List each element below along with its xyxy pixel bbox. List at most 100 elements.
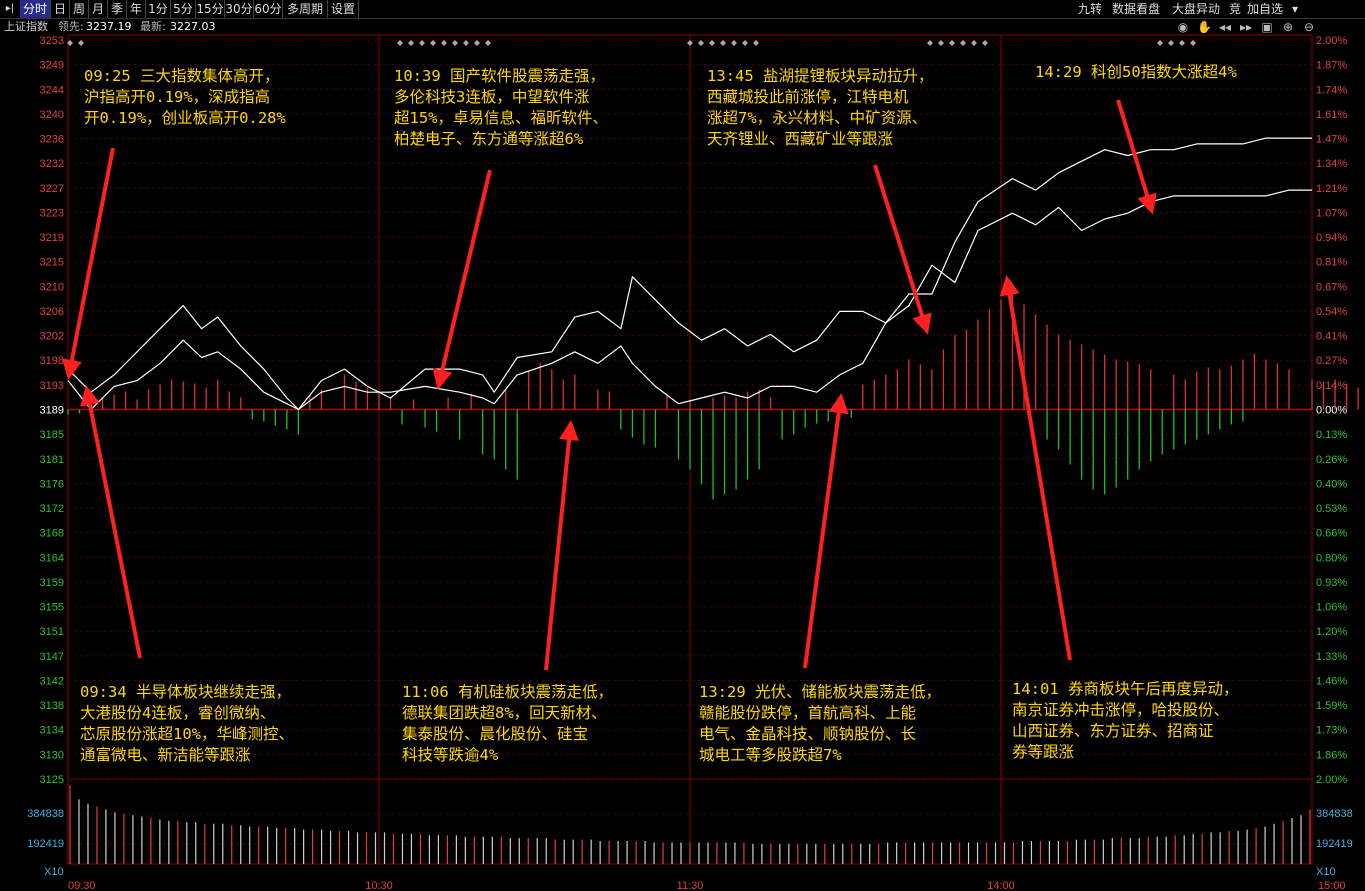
y-right-tick: 0.13% — [1316, 429, 1347, 441]
tab-period-6[interactable]: 1分 — [146, 0, 171, 18]
news-annotation: 09:25 三大指数集体高开， 沪指高开0.19%，深成指高 开0.19%，创业板高… — [84, 66, 286, 129]
event-marker — [687, 40, 693, 46]
tab-period-3[interactable]: 月 — [89, 0, 108, 18]
y-right-tick: 1.21% — [1316, 183, 1347, 195]
tab-period-1[interactable]: 日 — [51, 0, 70, 18]
y-right-tick: 1.47% — [1316, 134, 1347, 146]
annotation-line: 天齐锂业、西藏矿业等跟涨 — [707, 130, 894, 148]
event-marker — [742, 40, 748, 46]
annotation-line: 通富微电、新洁能等跟涨 — [80, 746, 251, 764]
y-right-tick: 0.00% — [1316, 405, 1347, 417]
event-marker — [463, 40, 469, 46]
eye-icon[interactable]: ◉ — [1176, 20, 1190, 34]
event-marker — [753, 40, 759, 46]
news-annotation: 14:01 券商板块午后再度异动， 南京证券冲击涨停，哈投股份、 山西证券、东方证券… — [1012, 679, 1239, 763]
annotation-line: 14:01 券商板块午后再度异动， — [1012, 680, 1239, 698]
hand-icon[interactable]: ✋ — [1197, 20, 1212, 34]
right-tab-0[interactable]: 九转 — [1075, 0, 1105, 18]
y-right-tick: 0.81% — [1316, 257, 1347, 269]
event-marker — [709, 40, 715, 46]
y-right-tick: 1.73% — [1316, 725, 1347, 737]
event-marker — [971, 40, 977, 46]
y-right-tick: 0.27% — [1316, 355, 1347, 367]
annotation-line: 涨超7%，永兴材料、中矿资源、 — [707, 109, 928, 127]
volume-tick-right: 384838 — [1316, 808, 1353, 820]
volume-unit-left: X10 — [44, 866, 64, 878]
fast-forward-icon[interactable]: ▸▸ — [1239, 20, 1253, 34]
annotation-arrow — [432, 169, 492, 390]
period-toolbar: ▸| 分时日周月季年 1分 5分 15分 30分 60分 多周期 设置 九转 数据看盘 大盘异动竞加自… — [0, 0, 1365, 19]
y-left-tick: 3198 — [40, 355, 64, 367]
y-left-tick: 3181 — [40, 454, 64, 466]
annotation-line: 科技等跌逾4% — [402, 746, 499, 764]
y-left-tick: 3227 — [40, 183, 64, 195]
y-left-tick: 3130 — [40, 749, 64, 761]
y-left-tick: 3189 — [40, 405, 64, 417]
dropdown-icon[interactable]: ▾ — [1288, 0, 1302, 18]
y-left-tick: 3219 — [40, 232, 64, 244]
y-right-tick: 0.41% — [1316, 331, 1347, 343]
y-left-tick: 3249 — [40, 60, 64, 72]
volume-tick-right: 192419 — [1316, 838, 1353, 850]
annotation-line: 电气、金晶科技、顺钠股份、长 — [699, 725, 917, 743]
tab-period-11[interactable]: 多周期 — [283, 0, 328, 18]
y-right-tick: 2.00% — [1316, 774, 1347, 786]
tab-period-10[interactable]: 60分 — [254, 0, 283, 18]
tab-period-5[interactable]: 年 — [127, 0, 146, 18]
y-left-tick: 3215 — [40, 257, 64, 269]
right-tab-2[interactable]: 大盘异动 — [1167, 0, 1225, 18]
event-marker — [698, 40, 704, 46]
tab-period-4[interactable]: 季 — [108, 0, 127, 18]
news-annotation: 10:39 国产软件股震荡走强， 多伦科技3连板，中望软件涨 超15%，卓易信息、福… — [394, 66, 608, 150]
annotation-line: 11:06 有机硅板块震荡走低， — [402, 683, 613, 701]
event-marker — [1157, 40, 1163, 46]
annotation-line: 南京证券冲击涨停，哈投股份、 — [1012, 701, 1230, 719]
x-time-label: 14:00 — [987, 880, 1015, 891]
news-annotation: 11:06 有机硅板块震荡走低， 德联集团跌超8%，回天新材、 集泰股份、晨化股份、… — [402, 682, 613, 766]
right-tab-4[interactable]: 加自选 — [1245, 0, 1285, 18]
latest-label: 最新: — [140, 20, 166, 33]
event-marker — [485, 40, 491, 46]
y-left-tick: 3253 — [40, 35, 64, 47]
collapse-arrow-icon[interactable]: ▸| — [0, 0, 21, 18]
news-annotation: 13:45 盐湖提锂板块异动拉升， 西藏城投此前涨停，江特电机 涨超7%，永兴材料、… — [707, 66, 934, 150]
event-marker — [452, 40, 458, 46]
volume-unit-right: X10 — [1316, 866, 1336, 878]
tab-period-12[interactable]: 设置 — [328, 0, 359, 18]
y-left-tick: 3206 — [40, 306, 64, 318]
y-left-tick: 3164 — [40, 552, 64, 564]
event-marker — [938, 40, 944, 46]
rewind-icon[interactable]: ◂◂ — [1218, 20, 1232, 34]
y-right-tick: 1.34% — [1316, 158, 1347, 170]
annotation-line: 13:45 盐湖提锂板块异动拉升， — [707, 67, 934, 85]
annotation-line: 超15%，卓易信息、福昕软件、 — [394, 109, 608, 127]
y-left-tick: 3176 — [40, 478, 64, 490]
right-tab-1[interactable]: 数据看盘 — [1108, 0, 1164, 18]
zoom-out-icon[interactable]: ⊖ — [1302, 20, 1316, 34]
info-bar: 上证指数 领先: 3237.19 最新: 3227.03 — [0, 19, 1365, 35]
annotation-arrow — [1116, 99, 1157, 215]
y-left-tick: 3125 — [40, 774, 64, 786]
tab-period-8[interactable]: 15分 — [196, 0, 225, 18]
annotation-line: 14:29 科创50指数大涨超4% — [1035, 63, 1237, 81]
lock-icon[interactable]: ▣ — [1260, 20, 1274, 34]
right-tab-3[interactable]: 竞 — [1228, 0, 1242, 18]
y-left-tick: 3223 — [40, 207, 64, 219]
event-marker — [731, 40, 737, 46]
tab-period-0[interactable]: 分时 — [20, 0, 51, 18]
event-marker — [441, 40, 447, 46]
lead-label: 领先: — [58, 20, 84, 33]
y-right-tick: 0.93% — [1316, 577, 1347, 589]
tab-period-9[interactable]: 30分 — [225, 0, 254, 18]
event-marker — [78, 40, 84, 46]
y-right-tick: 2.00% — [1316, 35, 1347, 47]
tab-period-2[interactable]: 周 — [70, 0, 89, 18]
x-time-label: 11:30 — [677, 880, 704, 891]
y-left-tick: 3142 — [40, 675, 64, 687]
zoom-in-icon[interactable]: ⊕ — [1281, 20, 1295, 34]
y-left-tick: 3232 — [40, 158, 64, 170]
y-right-tick: 1.07% — [1316, 207, 1347, 219]
volume-tick-left: 384838 — [27, 808, 64, 820]
tab-period-7[interactable]: 5分 — [171, 0, 196, 18]
y-left-tick: 3236 — [40, 134, 64, 146]
